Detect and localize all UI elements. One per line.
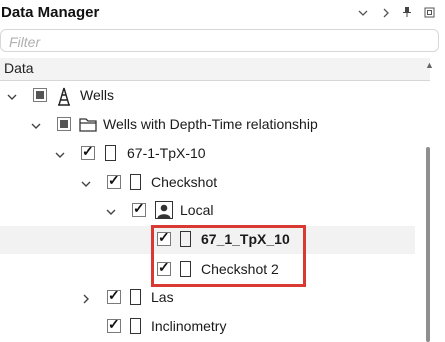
pin-icon[interactable] [400, 0, 414, 28]
chevron-down-icon[interactable] [53, 140, 67, 168]
chevron-down-icon[interactable] [356, 0, 370, 28]
panel-title: Data Manager [1, 4, 100, 21]
tree-checkbox[interactable] [132, 200, 146, 217]
tree-checkbox[interactable] [107, 287, 121, 304]
tree-label: 67-1-TpX-10 [127, 145, 206, 161]
document-icon [105, 145, 116, 163]
chevron-down-icon[interactable] [5, 82, 19, 110]
derrick-icon [56, 87, 72, 106]
chevron-down-icon[interactable] [104, 197, 118, 225]
tree-label: Inclinometry [151, 318, 227, 334]
filter-box [0, 29, 439, 53]
user-icon [155, 201, 173, 219]
scroll-up-arrow-icon[interactable]: ▲ [425, 60, 434, 70]
column-header-label: Data [4, 60, 34, 76]
chevron-right-icon[interactable] [379, 0, 393, 28]
chevron-down-icon[interactable] [29, 111, 43, 139]
tree-checkbox[interactable] [107, 172, 121, 189]
document-icon [130, 318, 141, 336]
highlight-box [151, 225, 306, 287]
tree-row-local[interactable]: Local [0, 197, 415, 225]
tree-label: Wells [80, 87, 114, 103]
tree-label: Checkshot [151, 174, 218, 190]
tree-checkbox[interactable] [57, 117, 71, 131]
filter-input[interactable] [7, 31, 431, 53]
restore-window-icon[interactable] [422, 0, 436, 28]
document-icon [130, 174, 141, 192]
chevron-down-icon[interactable] [79, 169, 93, 197]
tree-row-wells[interactable]: Wells [0, 82, 415, 110]
tree-label: Las [151, 289, 174, 305]
folder-icon [79, 117, 98, 135]
column-header[interactable]: Data [0, 58, 430, 81]
tree-label: Local [180, 202, 214, 218]
tree-row-well-67-1-tpx-10[interactable]: 67-1-TpX-10 [0, 140, 415, 168]
vertical-scrollbar[interactable] [426, 147, 430, 342]
tree-row-wells-depth-time[interactable]: Wells with Depth-Time relationship [0, 111, 415, 139]
tree-checkbox[interactable] [33, 88, 47, 102]
tree-row-checkshot[interactable]: Checkshot [0, 169, 415, 197]
tree-checkbox[interactable] [81, 143, 95, 160]
tree-checkbox[interactable] [107, 316, 121, 333]
tree-row-inclinometry[interactable]: Inclinometry [0, 313, 415, 341]
panel-titlebar: Data Manager [0, 0, 445, 28]
tree-row-las[interactable]: Las [0, 284, 415, 312]
tree-label: Wells with Depth-Time relationship [103, 116, 318, 132]
document-icon [130, 289, 141, 307]
chevron-right-icon[interactable] [79, 284, 93, 312]
